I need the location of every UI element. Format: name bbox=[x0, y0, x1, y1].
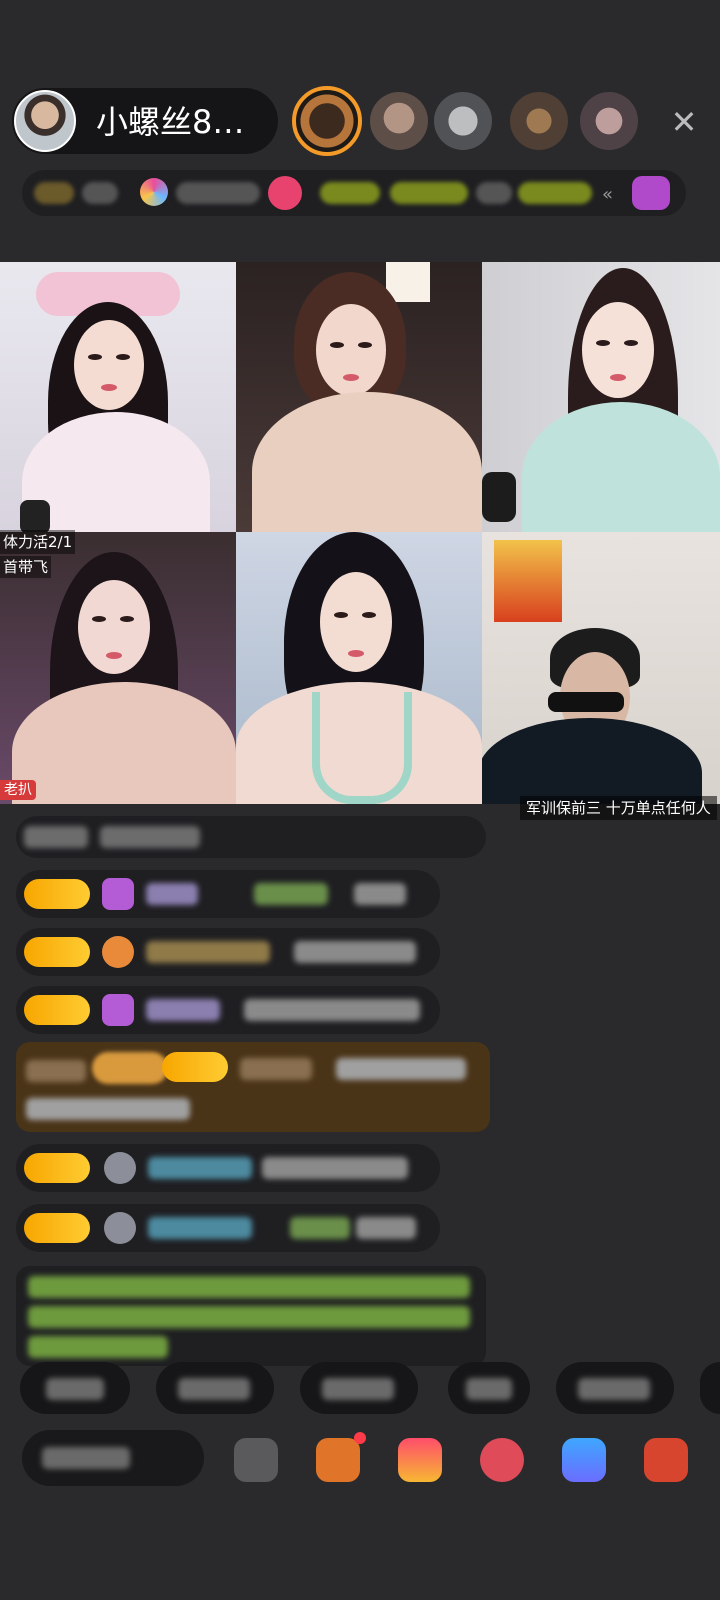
diamond-icon bbox=[102, 994, 134, 1026]
quick-reply-chip[interactable] bbox=[156, 1362, 274, 1414]
tile-label: 老扒 bbox=[0, 780, 36, 800]
like-icon[interactable] bbox=[480, 1438, 524, 1482]
fan-badge bbox=[24, 1213, 90, 1243]
microphone bbox=[482, 472, 516, 522]
heart-icon[interactable] bbox=[268, 176, 302, 210]
blurred-tag bbox=[518, 182, 592, 204]
vip-badge bbox=[92, 1052, 168, 1084]
highlighted-chat-message[interactable] bbox=[16, 1042, 490, 1132]
host-avatar[interactable] bbox=[14, 90, 76, 152]
scarf bbox=[312, 692, 412, 804]
fan-badge bbox=[24, 879, 90, 909]
notification-dot bbox=[354, 1432, 366, 1444]
gift-box-icon[interactable] bbox=[398, 1438, 442, 1482]
tile-label: 军训保前三 十万单点任何人 bbox=[520, 796, 717, 820]
chat-message[interactable] bbox=[16, 1144, 440, 1192]
diamond-icon bbox=[102, 878, 134, 910]
blurred-tag bbox=[176, 182, 260, 204]
user-avatar bbox=[104, 1152, 136, 1184]
blurred-tag bbox=[476, 182, 512, 204]
blurred-tag bbox=[390, 182, 468, 204]
tile-label: 首带飞 bbox=[0, 556, 52, 578]
quick-reply-chip[interactable] bbox=[556, 1362, 674, 1414]
more-icon[interactable] bbox=[644, 1438, 688, 1482]
comment-input[interactable] bbox=[22, 1430, 204, 1486]
system-notice bbox=[16, 1266, 486, 1366]
chat-message[interactable] bbox=[16, 870, 440, 918]
quick-reply-chip[interactable] bbox=[20, 1362, 130, 1414]
user-avatar bbox=[104, 1212, 136, 1244]
tile-label: 体力活2/1 bbox=[0, 530, 76, 554]
viewer-avatar[interactable] bbox=[580, 92, 638, 150]
quick-reply-chip[interactable] bbox=[300, 1362, 418, 1414]
top-viewer-avatar[interactable] bbox=[292, 86, 362, 156]
quick-reply-chip[interactable] bbox=[448, 1362, 530, 1414]
level-badge bbox=[34, 182, 74, 204]
fan-badge bbox=[24, 937, 90, 967]
viewer-avatar[interactable] bbox=[434, 92, 492, 150]
close-icon[interactable]: ✕ bbox=[664, 102, 704, 142]
video-tile-5[interactable] bbox=[236, 532, 482, 804]
chat-message[interactable] bbox=[16, 816, 486, 858]
video-tile-2[interactable] bbox=[236, 262, 482, 532]
shop-icon[interactable] bbox=[316, 1438, 360, 1482]
video-tile-3[interactable] bbox=[482, 262, 720, 532]
blurred-tag bbox=[82, 182, 118, 204]
video-tile-1[interactable] bbox=[0, 262, 236, 532]
gift-icon[interactable] bbox=[632, 176, 670, 210]
fan-badge bbox=[162, 1052, 228, 1082]
fan-badge bbox=[24, 1153, 90, 1183]
emoji-icon[interactable] bbox=[234, 1438, 278, 1482]
rank-icon[interactable] bbox=[140, 178, 168, 206]
video-tile-6[interactable] bbox=[482, 532, 720, 804]
game-icon[interactable] bbox=[562, 1438, 606, 1482]
viewer-avatar[interactable] bbox=[370, 92, 428, 150]
poster bbox=[494, 540, 562, 622]
quick-reply-chip[interactable] bbox=[700, 1362, 720, 1414]
blurred-tag bbox=[320, 182, 380, 204]
chevron-right-icon[interactable]: « bbox=[602, 184, 613, 205]
chat-message[interactable] bbox=[16, 986, 440, 1034]
microphone bbox=[20, 500, 50, 532]
chat-message[interactable] bbox=[16, 928, 440, 976]
chat-message[interactable] bbox=[16, 1204, 440, 1252]
sunglasses bbox=[548, 692, 624, 712]
host-name[interactable]: 小螺丝8… bbox=[96, 104, 244, 140]
viewer-avatar[interactable] bbox=[510, 92, 568, 150]
fan-badge bbox=[24, 995, 90, 1025]
level-icon bbox=[102, 936, 134, 968]
